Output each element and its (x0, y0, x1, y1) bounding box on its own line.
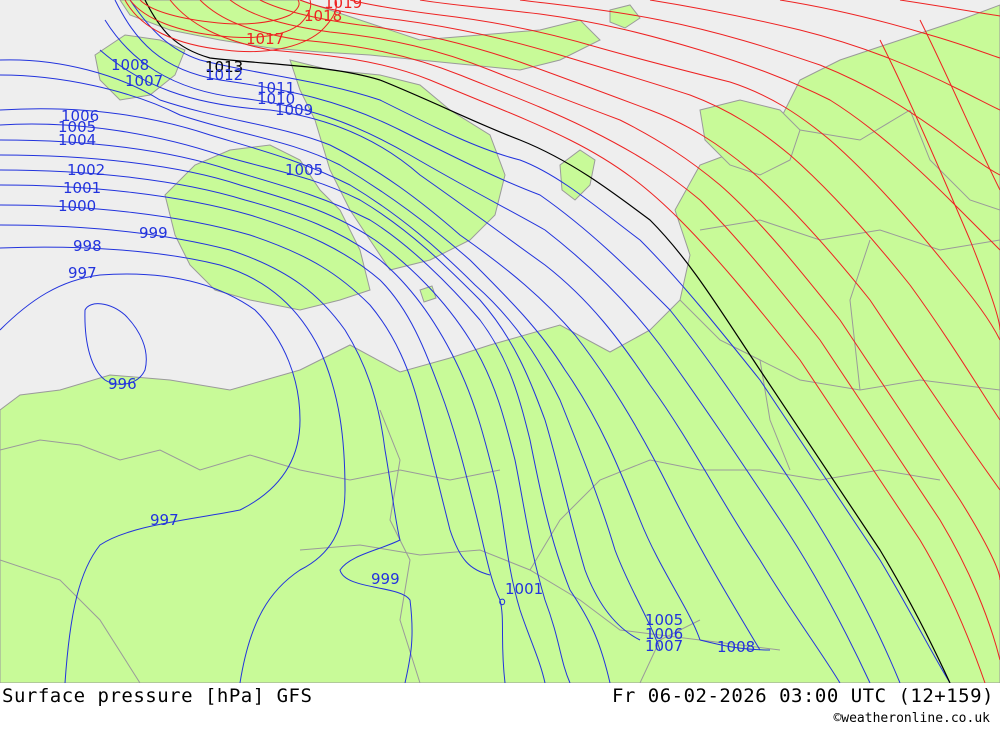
credit-link[interactable]: ©weatheronline.co.uk (833, 711, 990, 726)
map-title: Surface pressure [hPa] GFS (2, 685, 313, 707)
isobar-label: 1001 (505, 580, 543, 598)
isobar-label: 996 (108, 375, 137, 393)
isobar-label: 1002 (67, 161, 105, 179)
isobar-label: 1012 (205, 66, 243, 84)
isobar-label: 1009 (275, 101, 313, 119)
isobar-label: 998 (73, 237, 102, 255)
isobar-label: 1007 (645, 637, 683, 655)
isobar-label: 1007 (125, 72, 163, 90)
isobar-label: 1008 (717, 638, 755, 656)
map-footer: Surface pressure [hPa] GFS Fr 06-02-2026… (0, 683, 1000, 733)
isobar-label: 997 (150, 511, 179, 529)
isobar-label: 1001 (63, 179, 101, 197)
isobar-label: 1018 (304, 7, 342, 25)
isobar-label: 1000 (58, 197, 96, 215)
isobar-label: 1005 (285, 161, 323, 179)
isobar-label: 999 (371, 570, 400, 588)
isobar-label: 1004 (58, 131, 96, 149)
isobar-label: 1017 (246, 30, 284, 48)
isobar-label: 999 (139, 224, 168, 242)
pressure-map: 1019 1018 1017 1013 1012 1011 1010 1009 … (0, 0, 1000, 683)
valid-time: Fr 06-02-2026 03:00 UTC (12+159) (611, 685, 994, 707)
isobar-label: 997 (68, 264, 97, 282)
